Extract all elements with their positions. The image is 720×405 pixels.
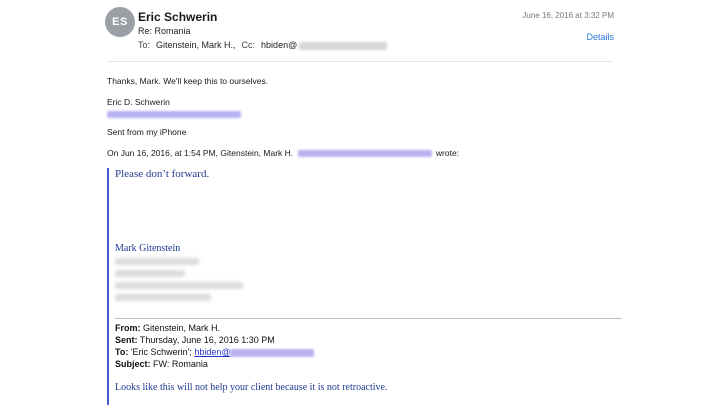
redacted-signature <box>115 270 185 277</box>
email-subject: Re: Romania <box>138 26 191 36</box>
forward-subject-line: Subject: FW: Romania <box>115 359 208 369</box>
redacted-signature <box>115 282 243 289</box>
to-recipient[interactable]: Gitenstein, Mark H., <box>156 40 236 50</box>
sent-value: Thursday, June 16, 2016 1:30 PM <box>139 335 275 345</box>
header-divider <box>107 61 613 62</box>
redacted-email-link[interactable] <box>297 150 432 158</box>
quote-bar <box>107 168 109 405</box>
recipients-line: To: Gitenstein, Mark H., Cc: hbiden@ <box>138 40 388 50</box>
on-wrote-line: On Jun 16, 2016, at 1:54 PM, Gitenstein,… <box>107 148 459 158</box>
sent-label: Sent: <box>115 335 138 345</box>
subject-value: FW: Romania <box>153 359 208 369</box>
forwarded-body: Looks like this will not help your clien… <box>115 382 388 393</box>
on-wrote-suffix: wrote: <box>435 148 460 158</box>
redacted-signature <box>115 258 199 265</box>
on-wrote-prefix: On Jun 16, 2016, at 1:54 PM, Gitenstein,… <box>107 148 294 158</box>
forward-to-line: To: 'Eric Schwerin'; hbiden@ <box>115 347 315 357</box>
email-date: June 16, 2016 at 3:32 PM <box>522 11 614 20</box>
redacted-signature <box>115 294 211 301</box>
details-link[interactable]: Details <box>586 32 614 42</box>
quoted-signature-name: Mark Gitenstein <box>115 243 181 254</box>
forward-sent-line: Sent: Thursday, June 16, 2016 1:30 PM <box>115 335 275 345</box>
cc-label: Cc: <box>241 40 256 50</box>
avatar: ES <box>105 7 135 37</box>
reply-line: Thanks, Mark. We'll keep this to ourselv… <box>107 76 269 86</box>
redacted-email-link[interactable] <box>107 109 241 119</box>
forward-from-line: From: Gitenstein, Mark H. <box>115 323 220 333</box>
to-label: To: <box>115 347 129 357</box>
to-label: To: <box>138 40 151 50</box>
to-value: 'Eric Schwerin'; <box>130 347 192 357</box>
quoted-line: Please don’t forward. <box>115 168 210 180</box>
cc-recipient[interactable]: hbiden@ <box>261 40 297 50</box>
from-value: Gitenstein, Mark H. <box>143 323 221 333</box>
redacted-email <box>230 348 315 357</box>
to-email-link[interactable]: hbiden@ <box>194 347 230 357</box>
subject-label: Subject: <box>115 359 151 369</box>
reply-signature-name: Eric D. Schwerin <box>107 97 170 107</box>
quote-divider <box>115 318 622 319</box>
sent-from-line: Sent from my iPhone <box>107 127 187 137</box>
from-label: From: <box>115 323 141 333</box>
sender-name[interactable]: Eric Schwerin <box>138 10 217 24</box>
redacted-email <box>299 41 388 50</box>
